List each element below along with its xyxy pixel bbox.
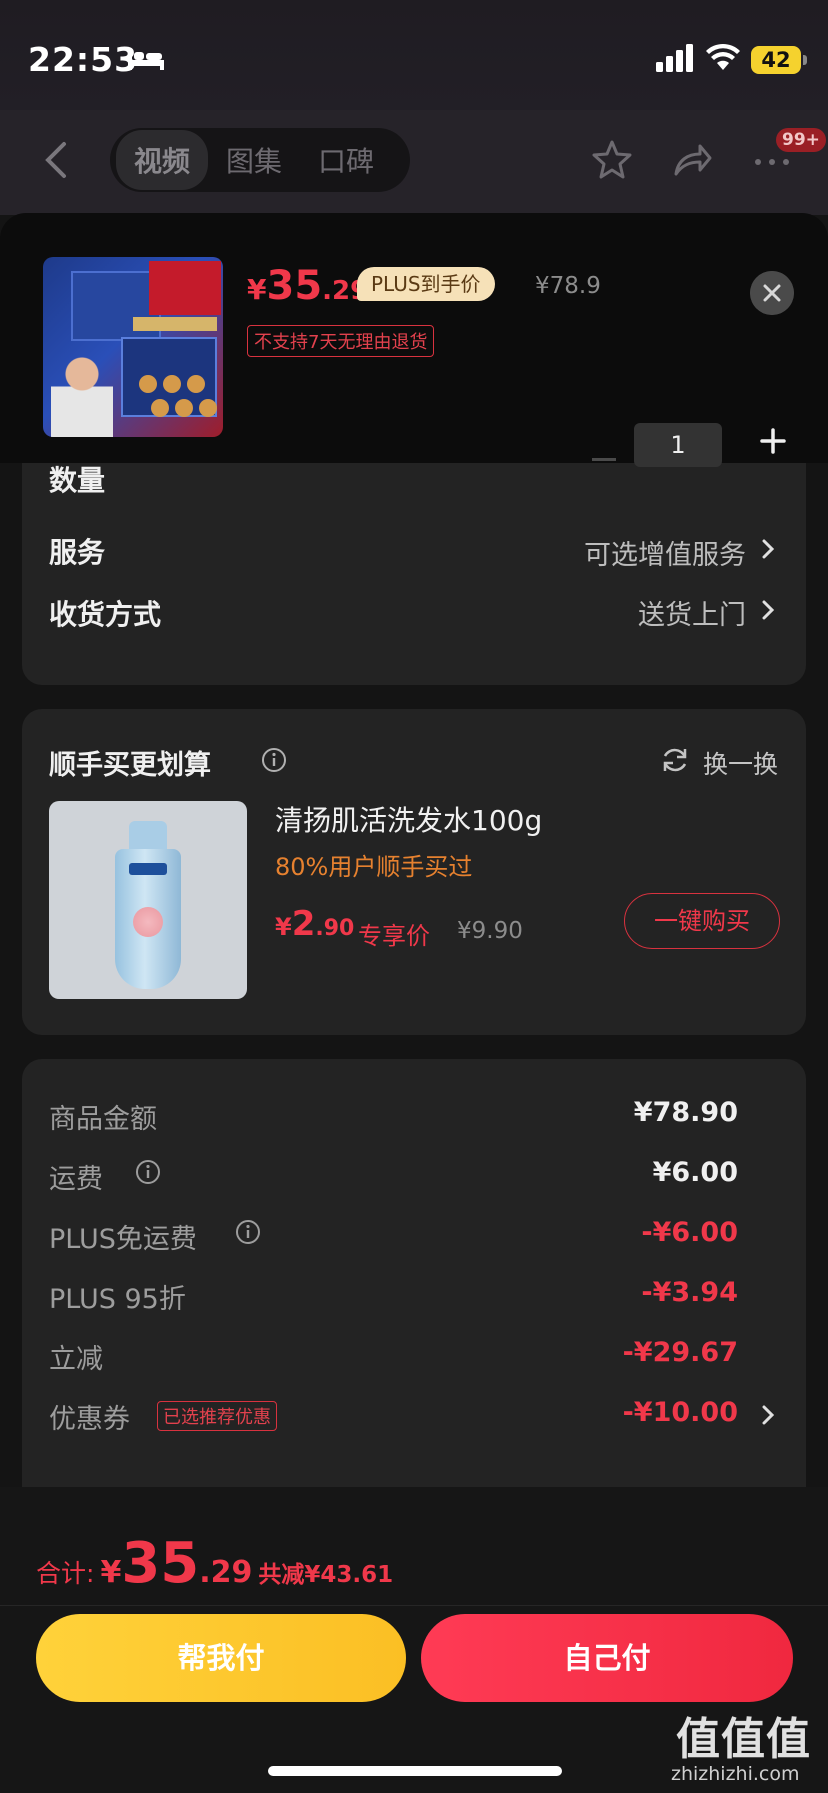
battery-indicator: 42 [751, 46, 807, 74]
delivery-label: 收货方式 [49, 598, 162, 631]
upsell-item-image[interactable] [49, 801, 247, 999]
help-me-pay-button[interactable]: 帮我付 [36, 1614, 406, 1702]
quantity-increment-button[interactable] [760, 428, 786, 454]
checkout-bar: 合计: ¥35.29 共减¥43.61 帮我付 自己付 值值值 zhizhizhi.… [0, 1487, 828, 1793]
status-time: 22:53 [28, 40, 139, 79]
quantity-value[interactable]: 1 [634, 423, 722, 467]
share-arrow-icon[interactable] [670, 138, 714, 182]
top-nav: 视频 图集 口碑 99+ [0, 110, 828, 215]
close-icon[interactable] [750, 271, 794, 315]
shipping-value: ¥6.00 [652, 1157, 738, 1188]
delivery-value[interactable]: 送货上门 [638, 593, 746, 632]
plus-free-shipping-label: PLUS免运费 [49, 1224, 197, 1255]
tab-video[interactable]: 视频 [116, 130, 209, 190]
product-price: ¥35.29 [247, 263, 369, 309]
instant-discount-label: 立减 [49, 1344, 103, 1375]
order-options-card: 数量 1 服务 可选增值服务 收货方式 送货上门 [22, 423, 806, 685]
plus-price-tag: PLUS到手价 [357, 267, 495, 301]
product-thumbnail [43, 257, 223, 437]
service-value[interactable]: 可选增值服务 [584, 533, 746, 572]
original-price: ¥78.9 [535, 273, 601, 299]
service-label: 服务 [49, 536, 106, 569]
chevron-right-icon[interactable] [760, 538, 776, 560]
tab-gallery[interactable]: 图集 [208, 130, 300, 190]
one-click-buy-button[interactable]: 一键购买 [624, 893, 780, 949]
instant-discount-value: -¥29.67 [622, 1337, 738, 1368]
message-badge: 99+ [776, 128, 826, 152]
tab-reviews[interactable]: 口碑 [300, 130, 392, 190]
star-favorite-icon[interactable] [590, 138, 634, 182]
plus-discount-label: PLUS 95折 [49, 1284, 186, 1315]
sleep-focus-icon [128, 50, 164, 70]
chevron-right-icon[interactable] [760, 1404, 776, 1426]
info-icon[interactable] [261, 747, 287, 773]
pay-myself-button[interactable]: 自己付 [421, 1614, 793, 1702]
upsell-title: 顺手买更划算 [49, 750, 211, 781]
watermark-logo: 值值值 [676, 1714, 811, 1765]
coupon-label[interactable]: 优惠券 [49, 1397, 130, 1436]
subtotal-value: ¥78.90 [633, 1097, 738, 1128]
quantity-decrement-button[interactable] [592, 458, 616, 461]
home-indicator[interactable] [268, 1766, 562, 1776]
upsell-item-price: ¥2.90 [275, 904, 355, 944]
price-details-card: 商品金额 ¥78.90 运费 ¥6.00 PLUS免运费 -¥6.00 PLUS… [22, 1059, 806, 1489]
refresh-icon[interactable] [660, 745, 690, 775]
upsell-social-proof: 80%用户顺手买过 [275, 853, 473, 881]
watermark-url: zhizhizhi.com [671, 1763, 800, 1785]
upsell-card: 顺手买更划算 换一换 清扬肌活洗发水100g 80%用户顺手买过 ¥2.90 专… [22, 709, 806, 1035]
plus-free-shipping-value: -¥6.00 [641, 1217, 738, 1248]
subtotal-label: 商品金额 [49, 1104, 157, 1135]
info-icon[interactable] [235, 1219, 261, 1245]
order-total: 合计: ¥35.29 共减¥43.61 [36, 1531, 394, 1596]
exclusive-price-tag: 专享价 [358, 922, 430, 950]
upsell-item-name[interactable]: 清扬肌活洗发水100g [275, 799, 542, 839]
cellular-signal-icon [656, 44, 693, 72]
info-icon[interactable] [135, 1159, 161, 1185]
total-saved: 共减¥43.61 [258, 1562, 394, 1588]
quantity-label: 数量 [49, 464, 106, 497]
status-bar: 22:53 42 [0, 0, 828, 110]
media-tab-switcher: 视频 图集 口碑 [110, 128, 410, 192]
shipping-label: 运费 [49, 1164, 103, 1195]
no-return-notice: 不支持7天无理由退货 [247, 325, 435, 357]
upsell-original-price: ¥9.90 [457, 918, 523, 944]
coupon-recommended-tag: 已选推荐优惠 [157, 1401, 277, 1431]
chevron-right-icon[interactable] [760, 599, 776, 621]
coupon-value[interactable]: -¥10.00 [623, 1397, 738, 1428]
wifi-icon [706, 43, 740, 70]
divider [0, 1605, 828, 1606]
back-arrow-icon[interactable] [40, 140, 72, 180]
swap-button[interactable]: 换一换 [703, 745, 778, 781]
plus-discount-value: -¥3.94 [641, 1277, 738, 1308]
